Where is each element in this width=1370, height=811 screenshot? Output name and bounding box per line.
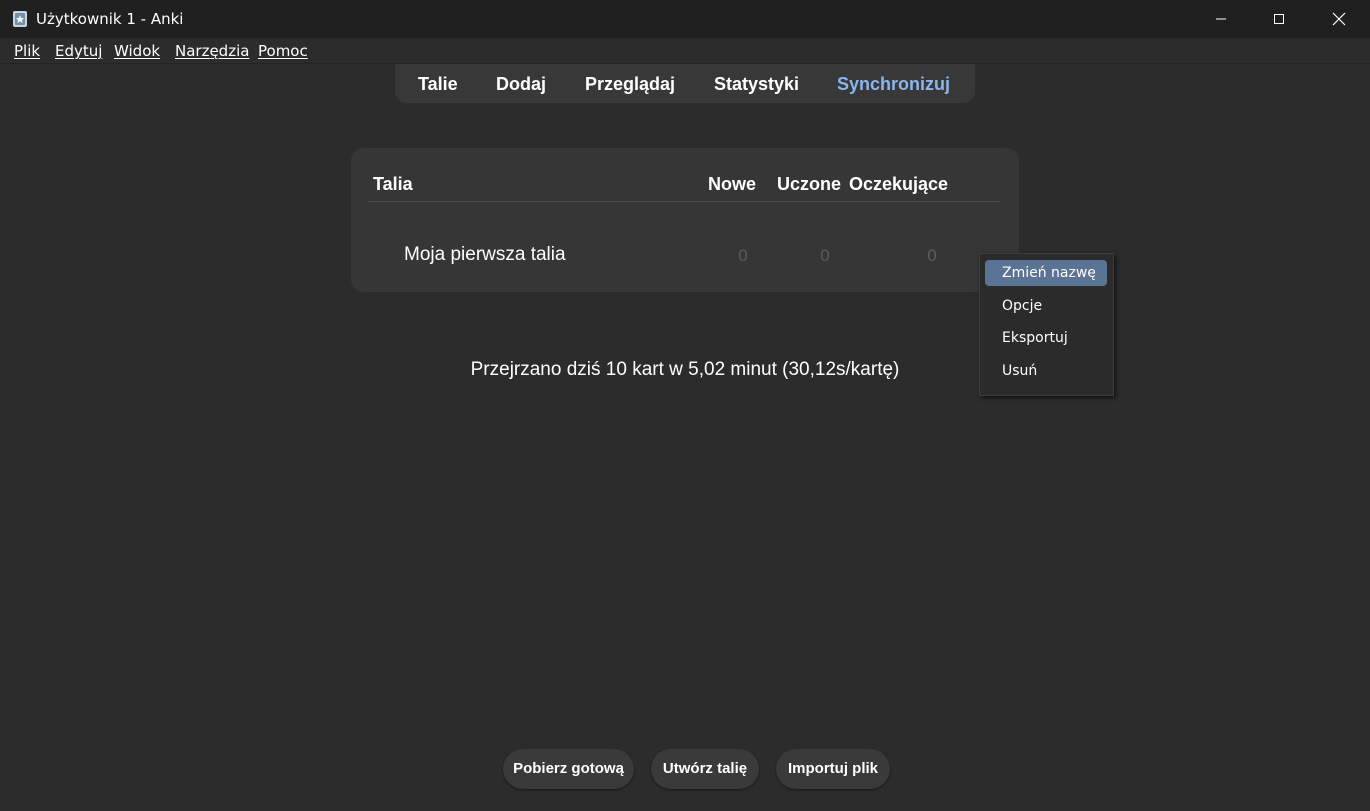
- close-icon: [1332, 12, 1346, 26]
- menu-export-item[interactable]: Eksportuj: [985, 325, 1107, 351]
- deck-due-count: 0: [927, 246, 937, 265]
- maximize-button[interactable]: [1250, 0, 1308, 38]
- minimize-icon: [1216, 18, 1226, 20]
- header-due: Oczekujące: [849, 174, 949, 194]
- main-toolbar: Talie Dodaj Przeglądaj Statystyki Synchr…: [395, 64, 975, 103]
- deck-new-count: 0: [738, 246, 748, 265]
- toolbar-decks-button[interactable]: Talie: [418, 73, 458, 95]
- header-divider: [368, 201, 1000, 202]
- title-bar: Użytkownik 1 - Anki: [0, 0, 1370, 38]
- header-deck: Talia: [373, 174, 413, 194]
- create-deck-button[interactable]: Utwórz talię: [651, 749, 759, 789]
- menu-rename-item[interactable]: Zmień nazwę: [985, 260, 1107, 286]
- menu-options-label: Opcje: [1002, 298, 1043, 314]
- anki-app-icon: [13, 11, 27, 27]
- close-button[interactable]: [1310, 0, 1368, 38]
- menu-widok[interactable]: Widok: [114, 42, 160, 60]
- toolbar-browse-button[interactable]: Przeglądaj: [585, 73, 675, 95]
- minimize-button[interactable]: [1192, 0, 1250, 38]
- header-new: Nowe: [708, 174, 757, 194]
- deck-list-panel: Talia Nowe Uczone Oczekujące Moja pierws…: [351, 148, 1019, 292]
- menu-options-item[interactable]: Opcje: [985, 293, 1107, 319]
- menu-rename-label: Zmień nazwę: [1002, 265, 1096, 281]
- toolbar-add-button[interactable]: Dodaj: [496, 73, 546, 95]
- toolbar-stats-button[interactable]: Statystyki: [714, 73, 799, 95]
- toolbar-sync-button[interactable]: Synchronizuj: [837, 73, 950, 95]
- deck-name-link[interactable]: Moja pierwsza talia: [404, 244, 566, 266]
- get-shared-button[interactable]: Pobierz gotową: [503, 749, 634, 789]
- maximize-icon: [1274, 14, 1284, 24]
- menu-delete-item[interactable]: Usuń: [985, 358, 1107, 384]
- header-learn: Uczone: [777, 174, 842, 194]
- menu-plik[interactable]: Plik: [14, 42, 40, 60]
- menu-delete-label: Usuń: [1002, 363, 1038, 379]
- menu-bar: Plik Edytuj Widok Narzędzia Pomoc: [0, 38, 1370, 64]
- menu-pomoc[interactable]: Pomoc: [258, 42, 308, 60]
- study-stats-text: Przejrzano dziś 10 kart w 5,02 minut (30…: [470, 359, 900, 380]
- menu-edytuj[interactable]: Edytuj: [55, 42, 102, 60]
- menu-export-label: Eksportuj: [1002, 330, 1068, 346]
- import-file-button[interactable]: Importuj plik: [776, 749, 890, 789]
- menu-narzedzia[interactable]: Narzędzia: [175, 42, 249, 60]
- deck-context-menu: Zmień nazwę Opcje Eksportuj Usuń: [979, 253, 1114, 396]
- anki-main-window: Użytkownik 1 - Anki Plik Edytuj Widok Na…: [0, 0, 1370, 811]
- deck-learn-count: 0: [820, 246, 830, 265]
- window-title: Użytkownik 1 - Anki: [36, 10, 184, 28]
